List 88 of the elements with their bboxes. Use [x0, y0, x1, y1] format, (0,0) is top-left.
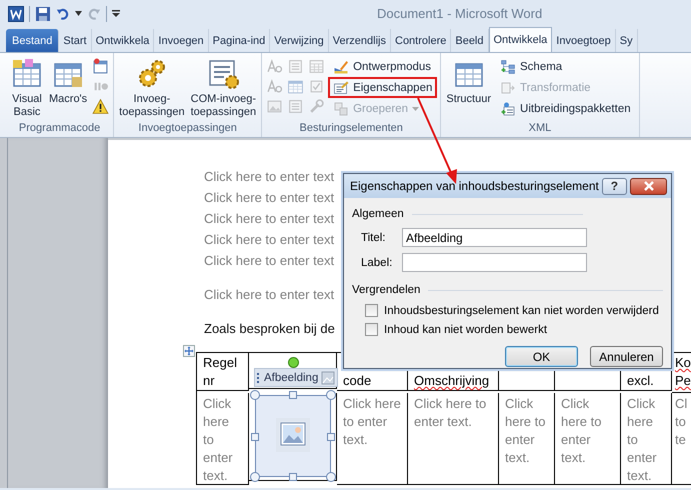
input-field[interactable]: Afbeelding — [402, 228, 587, 247]
tree-icon — [500, 58, 516, 74]
checkbox[interactable] — [365, 323, 378, 336]
resize-handle[interactable] — [327, 433, 335, 441]
table-cell[interactable]: Click here to enter text. — [499, 393, 555, 485]
group-icon — [333, 100, 350, 116]
placeholder-text[interactable]: Click here to enter text — [204, 166, 334, 187]
resize-handle[interactable] — [326, 390, 336, 400]
table-cell[interactable]: Cl to te — [672, 393, 691, 485]
window-icon — [92, 58, 110, 75]
placeholder-text[interactable]: Click here to enter text — [204, 250, 334, 271]
placeholder-text[interactable]: Click here to enter text — [204, 284, 334, 305]
table-icon — [287, 78, 304, 95]
document-icon — [500, 80, 516, 96]
properties-icon — [333, 80, 350, 96]
close-icon — [642, 181, 655, 191]
ribbon-button[interactable]: Structuur — [444, 55, 494, 122]
calendar-icon — [308, 58, 326, 75]
checkbox[interactable] — [365, 304, 378, 317]
move-handle-icon[interactable] — [183, 345, 195, 357]
field-label: Titel: — [361, 232, 386, 244]
dialog-button[interactable]: Annuleren — [590, 346, 663, 367]
ribbon-button[interactable]: COM-invoeg- toepassingen — [188, 55, 258, 122]
warning-icon — [92, 98, 110, 115]
checkbox-label: Inhoud kan niet worden bewerkt — [384, 324, 548, 336]
group-label: Besturingselementen — [298, 122, 404, 136]
customize-icon[interactable] — [112, 10, 120, 17]
table-cell[interactable]: Click here to enter text. — [337, 393, 408, 485]
table-cell[interactable]: Click here to enter text. — [197, 393, 249, 485]
input-field[interactable] — [402, 253, 587, 272]
app-icon[interactable] — [8, 6, 24, 22]
table-cell[interactable]: Click here to enter text. — [621, 393, 672, 485]
resize-handle[interactable] — [289, 391, 297, 399]
group-label: XML — [528, 122, 552, 136]
ribbon-tab[interactable]: Ontwikkela — [488, 27, 552, 52]
picture-icon — [321, 370, 336, 384]
resize-handle[interactable] — [326, 472, 336, 482]
caret-icon — [412, 106, 420, 110]
checkbox-icon — [308, 78, 326, 95]
picture-icon — [276, 418, 310, 452]
ribbon-button[interactable]: Uitbreidingspakketten — [495, 98, 636, 119]
checklist-icon — [207, 58, 240, 90]
list-icon — [287, 98, 304, 115]
field-label: Label: — [361, 256, 394, 268]
table-cell[interactable]: Click here to enter text. — [408, 393, 499, 485]
list-icon — [287, 58, 304, 75]
section-heading: Vergrendelen — [352, 284, 420, 296]
rotate-handle[interactable] — [288, 357, 299, 368]
group-label: Programmacode — [18, 122, 102, 136]
table-cell[interactable]: Click here to enter text. — [555, 393, 621, 485]
checkbox-label: Inhoudsbesturingselement kan niet worden verwijderd — [384, 304, 659, 316]
resize-handle[interactable] — [251, 433, 259, 441]
resize-handle[interactable] — [250, 472, 260, 482]
dialog-title: Eigenschappen van inhoudsbesturingselement — [350, 179, 599, 193]
picture-icon — [266, 98, 284, 115]
undo-icon[interactable] — [56, 6, 70, 20]
table-icon — [11, 58, 43, 90]
dialog-button[interactable]: OK — [505, 346, 578, 367]
file-tab[interactable]: Bestand — [6, 29, 60, 52]
package-icon — [500, 100, 516, 116]
font-icon — [266, 78, 284, 95]
ribbon-button[interactable]: Invoeg- toepassingen — [117, 55, 187, 122]
ruler-icon — [333, 58, 350, 74]
resize-handle[interactable] — [289, 473, 297, 481]
paragraph: Zoals besproken bij de — [204, 320, 335, 338]
help-button[interactable]: ? — [602, 178, 628, 194]
ribbon-button[interactable]: Eigenschappen — [328, 77, 438, 98]
close-button[interactable] — [630, 178, 667, 194]
caret-icon[interactable] — [75, 11, 82, 16]
ribbon-icon-button[interactable] — [91, 57, 110, 76]
content-control-tag[interactable]: Afbeelding — [254, 368, 338, 387]
placeholder-text[interactable]: Click here to enter text — [204, 187, 334, 208]
section-heading: Algemeen — [352, 208, 404, 220]
group-label: Invoegtoepassingen — [137, 122, 238, 136]
save-icon[interactable] — [35, 6, 51, 22]
placeholder-text[interactable]: Click here to enter text — [204, 229, 334, 250]
ribbon-icon-button[interactable] — [91, 97, 110, 116]
ribbon-button[interactable]: Visual Basic — [9, 55, 45, 122]
ribbon-button[interactable]: Ontwerpmodus — [328, 56, 438, 77]
ribbon-button[interactable]: Schema — [495, 56, 636, 77]
column-header: Regel nr — [197, 353, 249, 391]
placeholder-text[interactable]: Click here to enter text — [204, 208, 334, 229]
redo-icon[interactable] — [87, 6, 101, 20]
font-icon — [266, 58, 284, 75]
ribbon-button[interactable]: Macro's — [47, 55, 90, 122]
tools-icon — [308, 98, 326, 115]
resize-handle[interactable] — [250, 390, 260, 400]
window-title: Document1 - Microsoft Word — [377, 6, 542, 21]
